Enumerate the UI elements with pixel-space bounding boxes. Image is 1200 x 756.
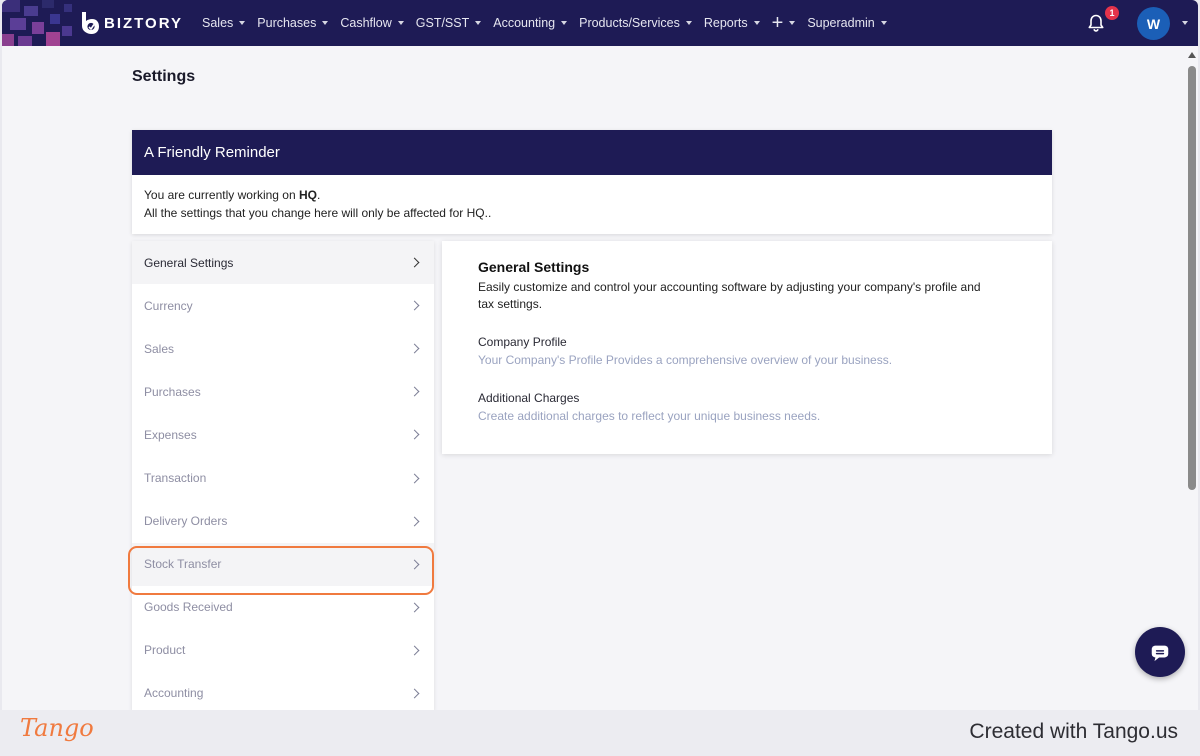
chevron-right-icon xyxy=(409,257,420,268)
chat-button[interactable] xyxy=(1135,627,1185,677)
chevron-right-icon xyxy=(409,429,420,440)
main-menu: Sales Purchases Cashflow GST/SST Account… xyxy=(202,0,899,46)
chevron-down-icon xyxy=(880,21,887,25)
notification-bell-icon[interactable] xyxy=(1086,13,1106,33)
nav-accounting[interactable]: Accounting xyxy=(493,16,568,30)
sidebar-item-label: Product xyxy=(144,643,186,658)
reminder-line-2: All the settings that you change here wi… xyxy=(144,205,492,220)
current-branch: HQ xyxy=(298,188,317,202)
nav-gst-sst[interactable]: GST/SST xyxy=(415,16,482,30)
reminder-line-1-prefix: You are currently working on xyxy=(144,188,299,202)
nav-accounting-label: Accounting xyxy=(493,16,556,30)
reminder-line-1-suffix: . xyxy=(316,188,321,202)
notification-badge: 1 xyxy=(1105,6,1119,20)
chevron-right-icon xyxy=(409,688,420,699)
chevron-down-icon xyxy=(561,21,568,25)
company-profile-link[interactable]: Company Profile Your Company's Profile P… xyxy=(478,335,1016,367)
scroll-up-arrow-icon[interactable] xyxy=(1188,52,1196,58)
brand-pixel-decoration xyxy=(2,0,82,46)
chevron-down-icon[interactable] xyxy=(1182,21,1188,25)
chevron-down-icon xyxy=(475,21,482,25)
panel-title: General Settings xyxy=(478,259,590,275)
nav-cashflow-label: Cashflow xyxy=(340,16,392,30)
sidebar-item-purchases[interactable]: Purchases xyxy=(132,370,434,413)
sidebar-item-stock-transfer[interactable]: Stock Transfer xyxy=(132,542,434,586)
chevron-down-icon xyxy=(322,21,329,25)
chevron-right-icon xyxy=(409,645,420,656)
sidebar-item-label: Currency xyxy=(144,298,193,313)
scrollbar-thumb[interactable] xyxy=(1188,66,1196,490)
chevron-right-icon xyxy=(409,602,420,613)
settings-sidebar: General Settings Currency Sales Purchase… xyxy=(132,241,434,710)
sidebar-item-expenses[interactable]: Expenses xyxy=(132,413,434,456)
brand-logo[interactable]: BIZTORY xyxy=(78,11,183,35)
nav-reports[interactable]: Reports xyxy=(704,16,760,30)
sidebar-item-general-settings[interactable]: General Settings xyxy=(132,241,434,285)
brand-name: BIZTORY xyxy=(104,14,184,32)
chevron-right-icon xyxy=(409,386,420,397)
sidebar-item-label: Accounting xyxy=(144,686,204,701)
nav-purchases[interactable]: Purchases xyxy=(257,16,329,30)
created-with-text: Created with Tango.us xyxy=(969,720,1178,743)
sidebar-item-label: Transaction xyxy=(144,471,207,486)
sidebar-item-accounting[interactable]: Accounting xyxy=(132,672,434,710)
sidebar-item-label: Goods Received xyxy=(144,600,233,615)
sidebar-item-label: Delivery Orders xyxy=(144,514,228,529)
sidebar-item-sales[interactable]: Sales xyxy=(132,327,434,370)
chevron-right-icon xyxy=(409,343,420,354)
chevron-right-icon xyxy=(409,473,420,483)
nav-products-services[interactable]: Products/Services xyxy=(579,16,692,30)
sidebar-item-goods-received[interactable]: Goods Received xyxy=(132,586,434,629)
sidebar-item-currency[interactable]: Currency xyxy=(132,284,434,327)
reminder-title: A Friendly Reminder xyxy=(132,130,1052,175)
panel-description: Easily customize and control your accoun… xyxy=(478,280,981,311)
chevron-right-icon xyxy=(409,516,420,527)
nav-superadmin[interactable]: Superadmin xyxy=(807,16,887,30)
reminder-line-1: You are currently working on HQ. xyxy=(144,187,1040,205)
additional-charges-title: Additional Charges xyxy=(478,391,580,405)
additional-charges-link[interactable]: Additional Charges Create additional cha… xyxy=(478,391,1016,423)
company-profile-description: Your Company's Profile Provides a compre… xyxy=(478,353,893,367)
user-avatar[interactable]: W xyxy=(1137,7,1170,40)
sidebar-item-label: Sales xyxy=(144,341,175,356)
sidebar-item-label: Purchases xyxy=(144,384,201,399)
sidebar-item-label: General Settings xyxy=(144,255,234,270)
reminder-card: A Friendly Reminder You are currently wo… xyxy=(132,130,1052,234)
chevron-down-icon xyxy=(753,21,760,25)
general-settings-panel: General Settings Easily customize and co… xyxy=(442,241,1052,454)
sidebar-item-delivery-orders[interactable]: Delivery Orders xyxy=(132,500,434,543)
tango-logo: Tango xyxy=(20,714,94,742)
nav-cashflow[interactable]: Cashflow xyxy=(340,16,404,30)
biztory-logo-icon xyxy=(82,12,99,34)
additional-charges-description: Create additional charges to reflect you… xyxy=(478,409,821,423)
page-title: Settings xyxy=(132,68,196,85)
nav-purchases-label: Purchases xyxy=(257,16,317,30)
chat-icon xyxy=(1151,645,1169,662)
sidebar-item-label: Stock Transfer xyxy=(144,557,222,572)
chevron-right-icon xyxy=(409,559,420,570)
top-navbar: BIZTORY Sales Purchases Cashflow GST/SST… xyxy=(2,0,1198,46)
nav-products-services-label: Products/Services xyxy=(579,16,680,30)
sidebar-item-product[interactable]: Product xyxy=(132,629,434,672)
chevron-down-icon xyxy=(789,21,796,25)
app-window: BIZTORY Sales Purchases Cashflow GST/SST… xyxy=(2,0,1198,710)
nav-gst-sst-label: GST/SST xyxy=(415,16,470,30)
sidebar-item-label: Expenses xyxy=(144,427,197,442)
nav-sales-label: Sales xyxy=(202,16,234,30)
nav-superadmin-label: Superadmin xyxy=(807,16,875,30)
plus-icon: + xyxy=(771,12,784,34)
company-profile-title: Company Profile xyxy=(478,335,567,349)
nav-quick-add[interactable]: + xyxy=(772,13,796,33)
nav-reports-label: Reports xyxy=(703,16,748,30)
chevron-down-icon xyxy=(685,21,692,25)
chevron-right-icon xyxy=(409,300,420,311)
chevron-down-icon xyxy=(239,21,246,25)
nav-sales[interactable]: Sales xyxy=(202,16,246,30)
reminder-body: You are currently working on HQ. All the… xyxy=(132,175,1052,234)
sidebar-item-transaction[interactable]: Transaction xyxy=(132,456,434,499)
chevron-down-icon xyxy=(397,21,404,25)
